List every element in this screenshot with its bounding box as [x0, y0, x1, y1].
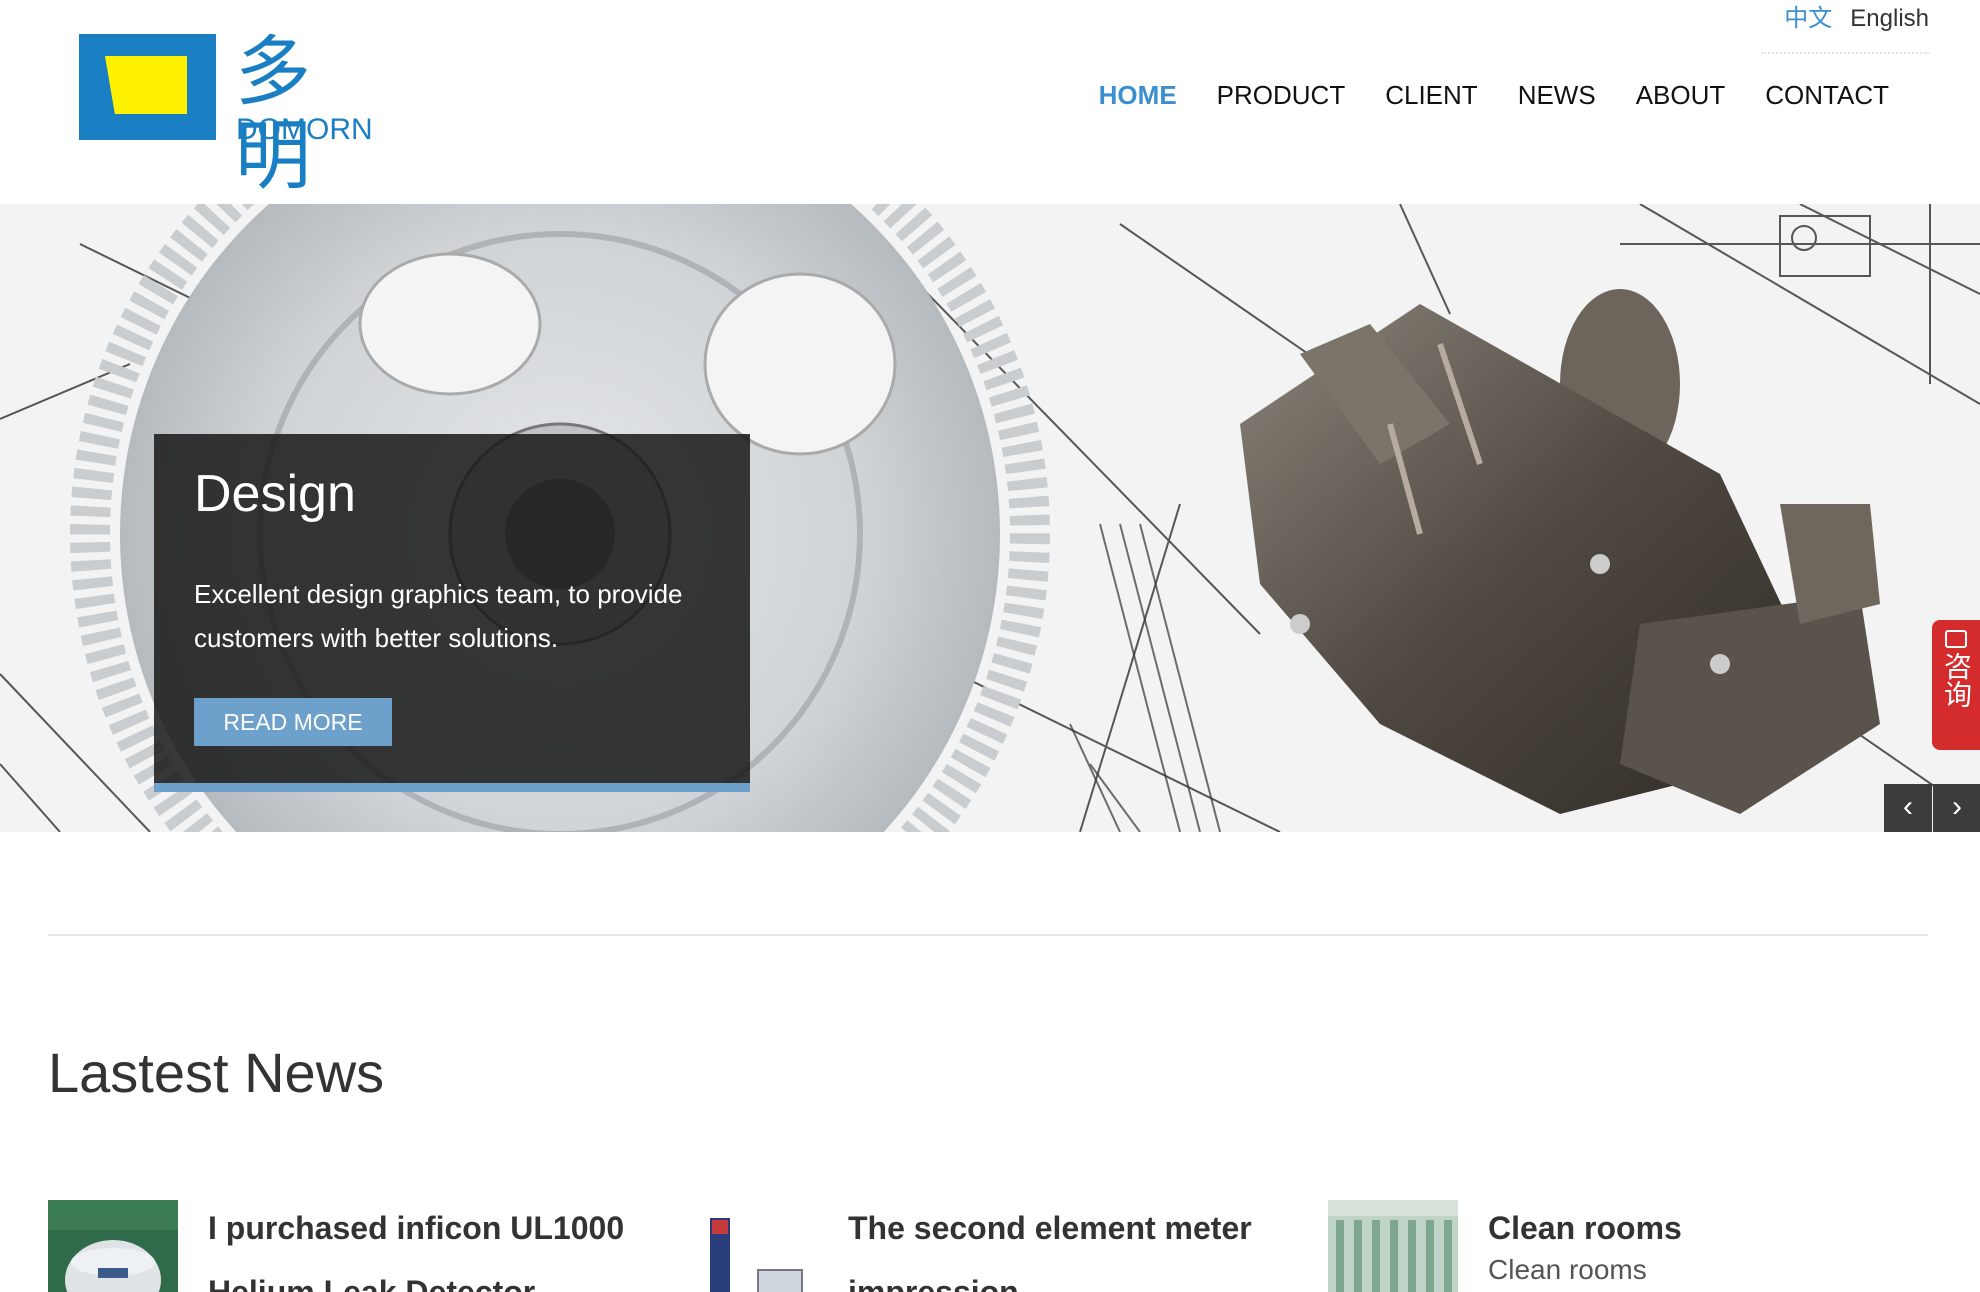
news-thumbnail — [688, 1200, 818, 1292]
news-heading: Lastest News — [48, 1041, 385, 1104]
slider-next-button[interactable]: › — [1933, 784, 1980, 832]
lang-english-link[interactable]: English — [1850, 0, 1929, 38]
consult-button[interactable]: 咨询 — [1932, 620, 1980, 750]
nav-about[interactable]: ABOUT — [1616, 76, 1746, 114]
hero-caption: Design Excellent design graphics team, t… — [154, 434, 750, 792]
read-more-button[interactable]: READ MORE — [194, 698, 392, 746]
news-title[interactable]: The second element meter impression — [848, 1200, 1288, 1292]
news-subtitle: Clean rooms — [1488, 1254, 1647, 1285]
hero-slider: Design Excellent design graphics team, t… — [0, 204, 1980, 832]
lang-chinese-link[interactable]: 中文 — [1784, 0, 1832, 38]
logo-name-en: DOMORN — [236, 113, 373, 146]
nav-home[interactable]: HOME — [1079, 76, 1197, 114]
news-item[interactable]: I purchased inficon UL1000 Helium Leak D… — [48, 1200, 648, 1292]
news-thumbnail — [1328, 1200, 1458, 1292]
nav-client[interactable]: CLIENT — [1365, 76, 1497, 114]
logo[interactable]: 多明 DOMORN — [79, 30, 389, 198]
logo-mark — [79, 34, 216, 140]
chat-window-icon — [1945, 630, 1967, 648]
slider-prev-button[interactable]: ‹ — [1884, 784, 1932, 832]
nav-product[interactable]: PRODUCT — [1197, 76, 1366, 114]
news-title[interactable]: I purchased inficon UL1000 Helium Leak D… — [208, 1200, 648, 1292]
language-switcher: 中文 English — [1761, 0, 1929, 54]
nav-news[interactable]: NEWS — [1498, 76, 1616, 114]
news-thumbnail — [48, 1200, 178, 1292]
news-item[interactable]: The second element meter impression — [688, 1200, 1288, 1292]
consult-label: 咨询 — [1940, 652, 1973, 708]
news-item[interactable]: Clean rooms Clean rooms — [1328, 1200, 1928, 1292]
hero-title: Design — [194, 465, 356, 523]
hero-text: Excellent design graphics team, to provi… — [194, 579, 683, 653]
main-nav: HOME PRODUCT CLIENT NEWS ABOUT CONTACT — [1079, 76, 1909, 114]
section-divider — [48, 934, 1928, 936]
nav-contact[interactable]: CONTACT — [1745, 76, 1909, 114]
news-title[interactable]: Clean rooms — [1488, 1200, 1928, 1260]
